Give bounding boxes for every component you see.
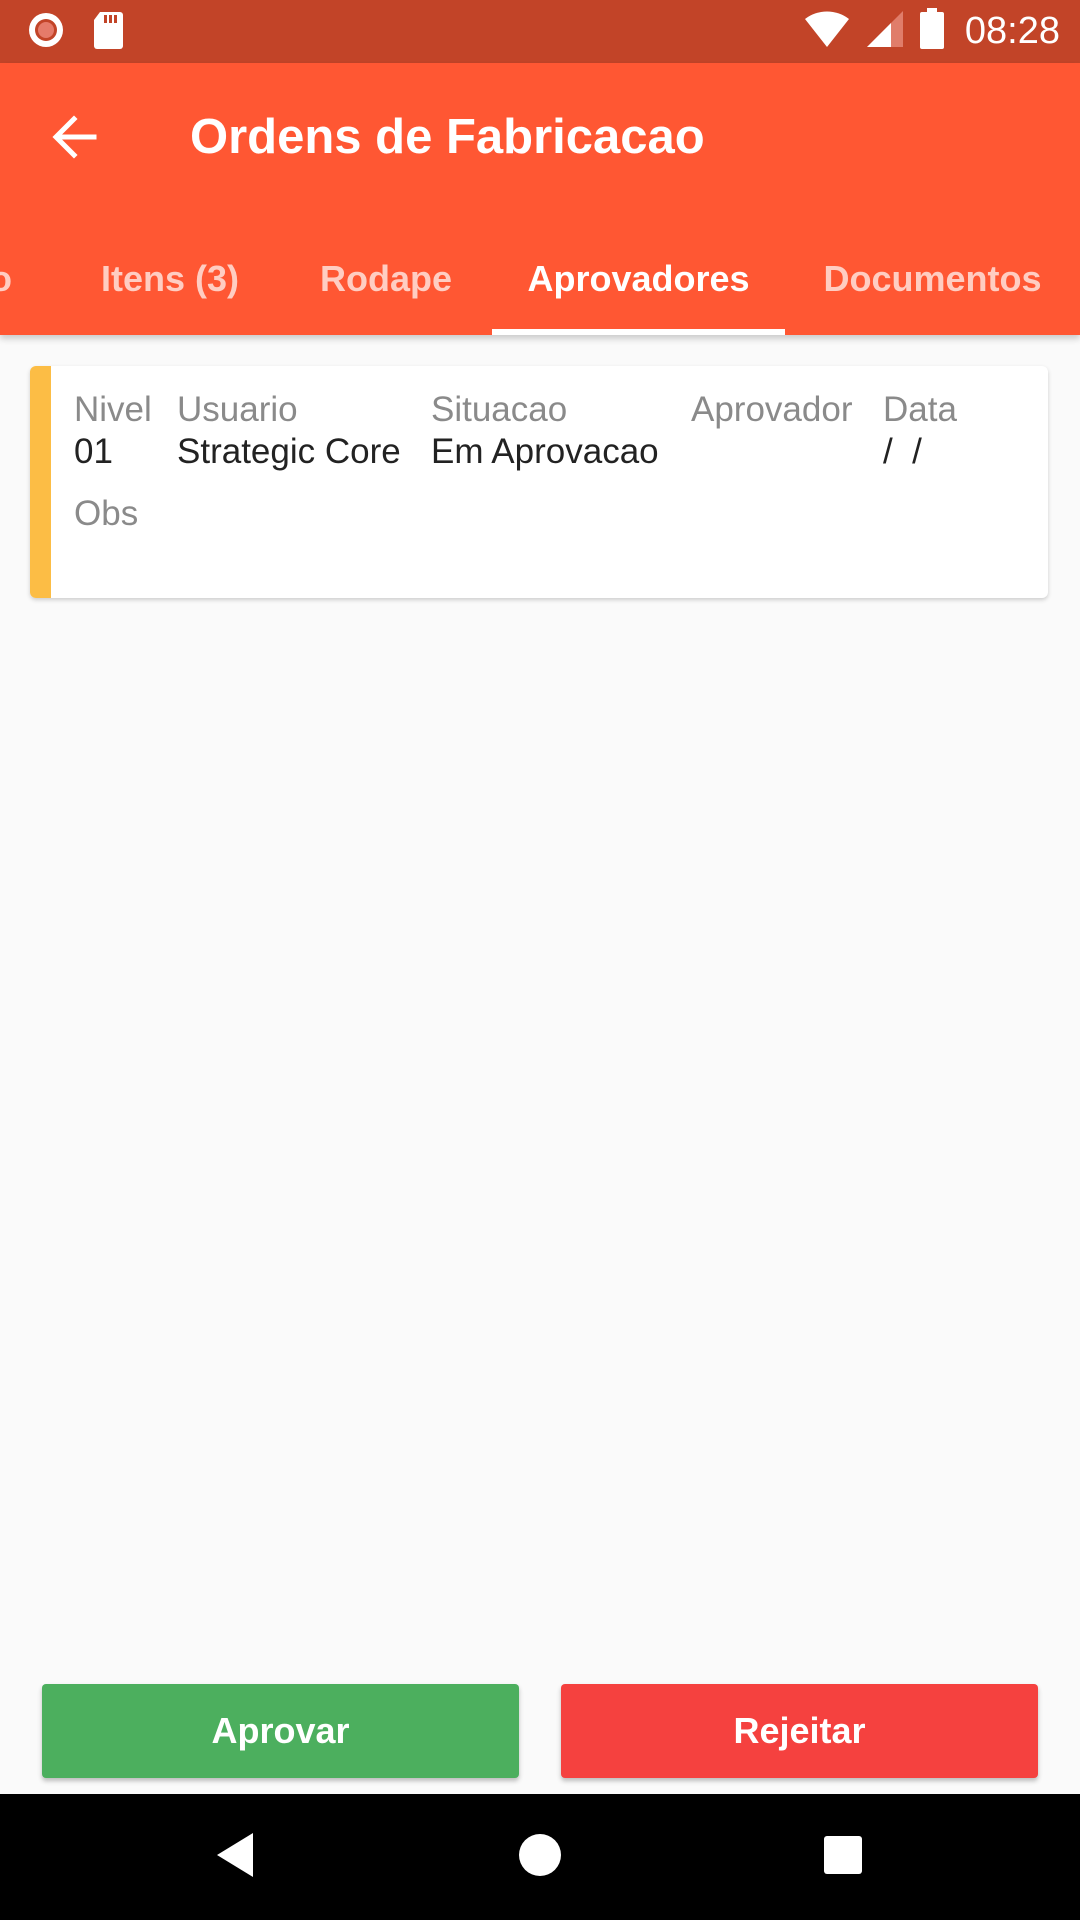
status-left-icons	[26, 10, 124, 54]
usuario-value: Strategic Core	[177, 432, 401, 471]
battery-icon	[919, 8, 945, 55]
approver-card[interactable]: Nivel 01 Usuario Strategic Core Situacao…	[30, 366, 1048, 598]
tab-partial[interactable]: o	[0, 223, 16, 335]
back-button[interactable]	[38, 103, 110, 175]
active-tab-indicator	[492, 329, 785, 335]
sd-card-icon	[92, 10, 124, 55]
back-triangle-icon	[213, 1831, 257, 1884]
tab-itens[interactable]: Itens (3)	[70, 223, 270, 335]
status-bar: 08:28	[0, 0, 1080, 63]
situacao-value: Em Aprovacao	[431, 432, 659, 471]
tab-aprovadores[interactable]: Aprovadores	[492, 223, 785, 335]
record-icon	[26, 10, 66, 55]
arrow-left-icon	[50, 114, 98, 164]
tab-rodape[interactable]: Rodape	[296, 223, 476, 335]
nav-back-button[interactable]	[200, 1822, 270, 1892]
nivel-label: Nivel	[74, 390, 152, 429]
tab-documentos[interactable]: Documentos	[810, 223, 1055, 335]
usuario-label: Usuario	[177, 390, 298, 429]
app-bar: Ordens de Fabricacao o Itens (3) Rodape …	[0, 63, 1080, 335]
home-circle-icon	[517, 1832, 563, 1883]
page-title: Ordens de Fabricacao	[190, 110, 705, 164]
obs-label: Obs	[74, 494, 139, 533]
nav-recents-button[interactable]	[808, 1822, 878, 1892]
wifi-icon	[803, 9, 851, 54]
situacao-label: Situacao	[431, 390, 568, 429]
signal-icon	[865, 9, 905, 54]
data-label: Data	[883, 390, 957, 429]
approve-button[interactable]: Aprovar	[42, 1684, 519, 1778]
status-time: 08:28	[964, 10, 1060, 52]
nivel-value: 01	[74, 432, 113, 471]
nav-home-button[interactable]	[505, 1822, 575, 1892]
system-nav-bar	[0, 1794, 1080, 1920]
status-accent-bar	[30, 366, 51, 598]
aprovador-label: Aprovador	[691, 390, 853, 429]
recents-square-icon	[822, 1834, 864, 1881]
data-value: / /	[883, 432, 922, 471]
status-right-icons: 08:28	[803, 0, 1060, 63]
tab-bar: o Itens (3) Rodape Aprovadores Documento…	[0, 223, 1080, 335]
reject-button[interactable]: Rejeitar	[561, 1684, 1038, 1778]
